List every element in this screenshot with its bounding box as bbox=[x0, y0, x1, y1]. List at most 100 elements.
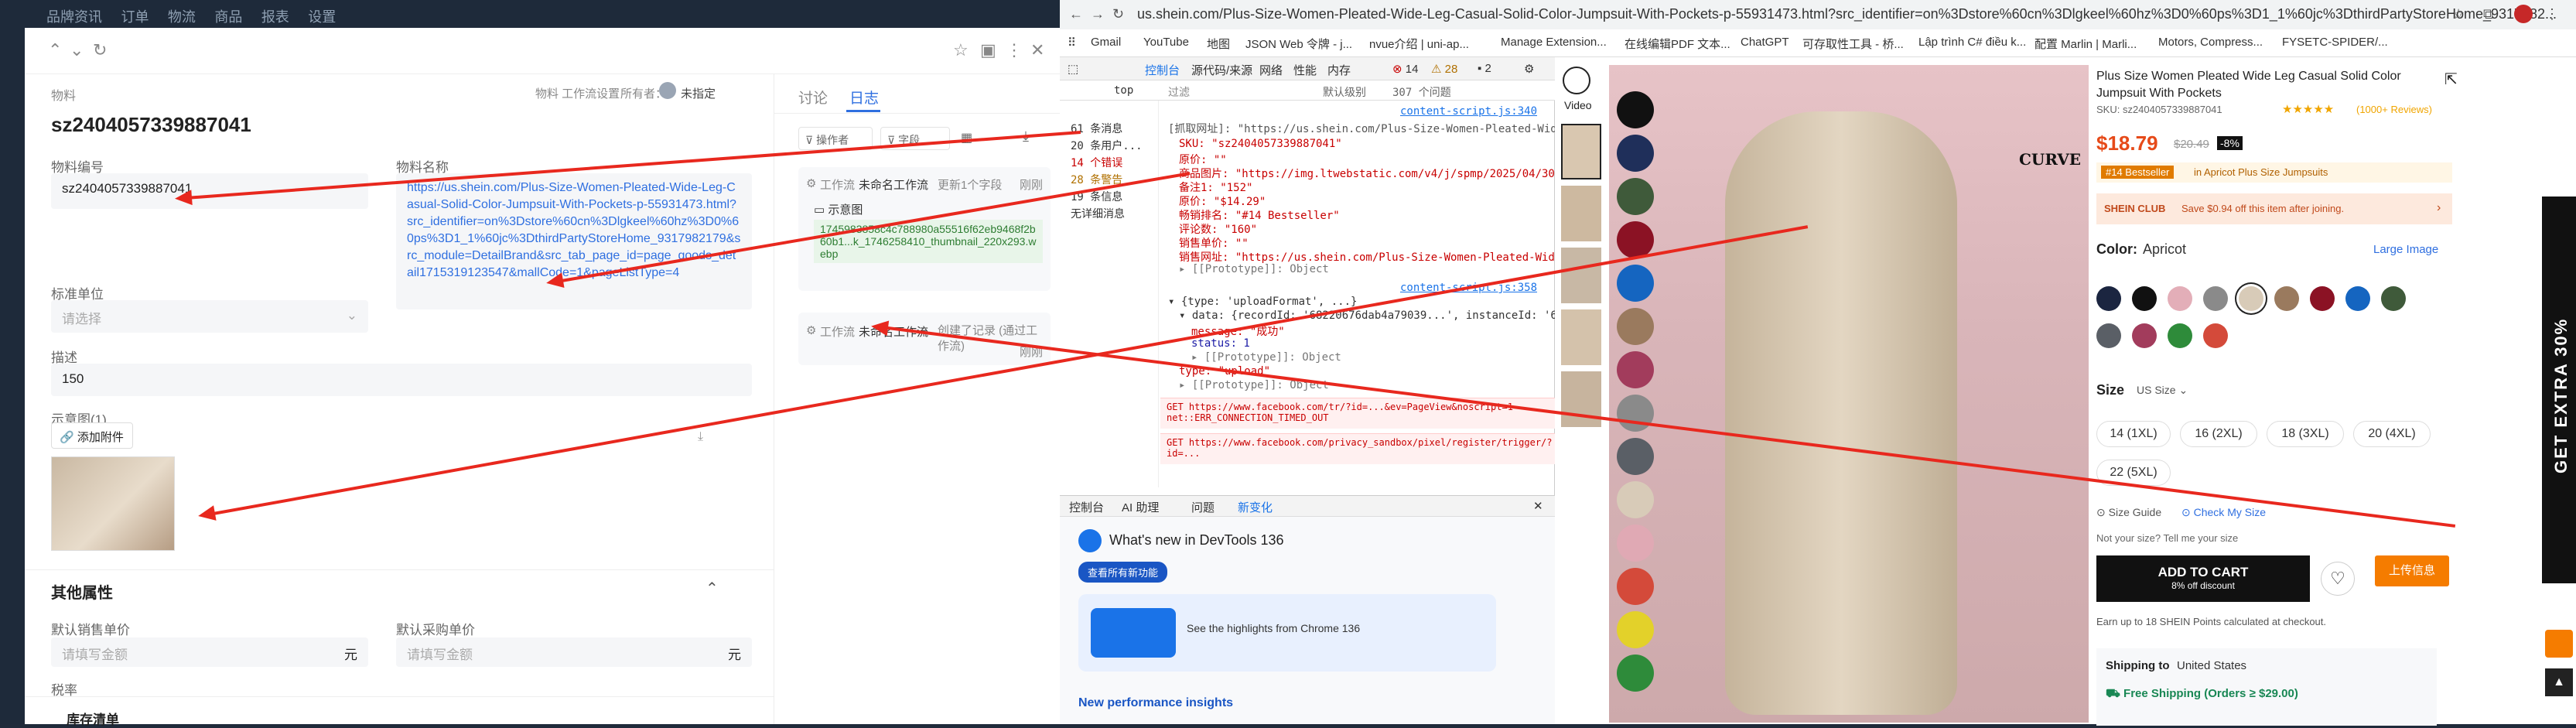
color-option[interactable] bbox=[2310, 286, 2335, 311]
product-image[interactable]: CURVE bbox=[1609, 65, 2089, 723]
name-field[interactable]: https://us.shein.com/Plus-Size-Women-Ple… bbox=[396, 173, 752, 309]
inspect-icon[interactable]: ⬚ bbox=[1068, 62, 1078, 76]
drawer-tab-console[interactable]: 控制台 bbox=[1069, 499, 1104, 515]
bookmark-item[interactable]: Gmail bbox=[1091, 36, 1121, 49]
bookmark-item[interactable]: Manage Extension... bbox=[1501, 36, 1607, 49]
thumbnail[interactable] bbox=[1561, 248, 1601, 303]
console-line[interactable]: ▾ data: {recordId: '68220676dab4a79039..… bbox=[1179, 309, 1555, 322]
color-swatch[interactable] bbox=[1617, 438, 1654, 475]
bestseller-bar[interactable]: #14 Bestseller in Apricot Plus Size Jump… bbox=[2096, 162, 2452, 183]
bookmark-item[interactable]: ChatGPT bbox=[1741, 36, 1789, 49]
size-option[interactable]: 18 (3XL) bbox=[2267, 421, 2344, 447]
whats-new-button[interactable]: 查看所有新功能 bbox=[1078, 562, 1168, 583]
calendar-icon[interactable]: ▦ bbox=[961, 130, 972, 145]
refresh-icon[interactable]: ↻ bbox=[1112, 6, 1124, 22]
bookmark-item[interactable]: nvue介绍 | uni-ap... bbox=[1369, 36, 1469, 52]
color-option[interactable] bbox=[2345, 286, 2370, 311]
bookmark-item[interactable]: Motors, Compress... bbox=[2158, 36, 2263, 49]
filter-input[interactable]: 过滤 bbox=[1168, 84, 1190, 100]
close-icon[interactable]: ✕ bbox=[1030, 40, 1044, 60]
share-icon[interactable]: ⇱ bbox=[2444, 70, 2458, 89]
tab-memory[interactable]: 内存 bbox=[1327, 62, 1351, 78]
bookmark-item[interactable]: 在线编辑PDF 文本... bbox=[1625, 36, 1730, 52]
add-attachment-button[interactable]: 🔗 添加附件 bbox=[51, 422, 133, 449]
nav-item[interactable]: 商品 bbox=[214, 6, 242, 26]
collapse-icon[interactable]: ⌃ bbox=[705, 579, 719, 598]
bookmark-item[interactable]: YouTube bbox=[1143, 36, 1189, 49]
back-to-top-icon[interactable]: ▲ bbox=[2545, 668, 2573, 696]
nav-item[interactable]: 订单 bbox=[121, 6, 149, 26]
upload-info-button[interactable]: 上传信息 bbox=[2375, 555, 2449, 586]
add-to-cart-button[interactable]: ADD TO CART 8% off discount bbox=[2096, 555, 2310, 602]
color-swatch[interactable] bbox=[1617, 525, 1654, 562]
star-icon[interactable]: ☆ bbox=[953, 40, 969, 60]
color-option[interactable] bbox=[2168, 323, 2192, 348]
sidebar-item[interactable]: 14 个错误 bbox=[1071, 155, 1122, 170]
color-swatch[interactable] bbox=[1617, 221, 1654, 258]
drawer-tab-issues[interactable]: 问题 bbox=[1191, 499, 1215, 515]
color-swatch[interactable] bbox=[1617, 655, 1654, 692]
info-count[interactable]: ▪ 2 bbox=[1478, 62, 1491, 75]
thumbnail[interactable] bbox=[1561, 186, 1601, 241]
more-icon[interactable]: ⋮ bbox=[1006, 40, 1023, 60]
color-swatch[interactable] bbox=[1617, 611, 1654, 648]
settings-icon[interactable]: ⚙ bbox=[1524, 62, 1534, 76]
extensions-icon[interactable]: ⧉ bbox=[2483, 6, 2493, 22]
bookmark-item[interactable]: 配置 Marlin | Marli... bbox=[2034, 36, 2137, 52]
workflow-settings-link[interactable]: 物料 工作流设置 bbox=[535, 85, 620, 101]
club-banner[interactable]: SHEIN CLUB Save $0.94 off this item afte… bbox=[2096, 193, 2452, 224]
drawer-tab-ai[interactable]: AI 助理 bbox=[1122, 499, 1159, 515]
nav-item[interactable]: 品牌资讯 bbox=[46, 6, 102, 26]
color-option[interactable] bbox=[2132, 323, 2157, 348]
url-input[interactable]: us.shein.com/Plus-Size-Women-Pleated-Wid… bbox=[1137, 6, 2557, 22]
thumbnail[interactable] bbox=[1561, 124, 1601, 179]
drawer-tab-whats-new[interactable]: 新变化 bbox=[1238, 499, 1273, 515]
color-swatch[interactable] bbox=[1617, 351, 1654, 388]
log-workflow-name[interactable]: 未命名工作流 bbox=[859, 176, 928, 193]
highlight-card[interactable]: See the highlights from Chrome 136 bbox=[1078, 594, 1496, 672]
nav-item[interactable]: 报表 bbox=[261, 6, 289, 26]
layout-icon[interactable]: ▣ bbox=[980, 40, 996, 60]
color-swatch[interactable] bbox=[1617, 568, 1654, 605]
bookmark-item[interactable]: FYSETC-SPIDER/... bbox=[2282, 36, 2388, 49]
chevron-down-icon[interactable]: ⌄ bbox=[70, 40, 84, 60]
issues-count[interactable]: 307 个问题 bbox=[1392, 84, 1451, 100]
sale-price-field[interactable]: 请填写金额 元 bbox=[51, 637, 368, 667]
menu-icon[interactable]: ⋮ bbox=[2545, 6, 2559, 22]
color-swatch[interactable] bbox=[1617, 135, 1654, 172]
error-count[interactable]: ⊗ 14 bbox=[1392, 62, 1418, 76]
not-your-size[interactable]: Not your size? Tell me your size bbox=[2096, 532, 2238, 544]
description-field[interactable]: 150 bbox=[51, 364, 752, 396]
forward-icon[interactable]: → bbox=[1091, 6, 1105, 22]
color-option-selected[interactable] bbox=[2239, 286, 2263, 311]
color-option[interactable] bbox=[2203, 323, 2228, 348]
tab-network[interactable]: 网络 bbox=[1259, 62, 1283, 78]
level-select[interactable]: 默认级别 bbox=[1323, 84, 1366, 100]
tab-performance[interactable]: 性能 bbox=[1293, 62, 1317, 78]
color-swatch[interactable] bbox=[1617, 395, 1654, 432]
bookmark-item[interactable]: 可存取性工具 - 桥... bbox=[1802, 36, 1904, 52]
bookmark-item[interactable]: 地图 bbox=[1207, 36, 1230, 52]
code-field[interactable]: sz2404057339887041 bbox=[51, 173, 368, 209]
warning-count[interactable]: ⚠ 28 bbox=[1431, 62, 1457, 76]
size-unit-select[interactable]: US Size ⌄ bbox=[2137, 384, 2188, 397]
size-option[interactable]: 16 (2XL) bbox=[2180, 421, 2257, 447]
coupon-icon[interactable] bbox=[2545, 630, 2573, 658]
context-select[interactable]: top bbox=[1114, 84, 1133, 97]
star-icon[interactable]: ☆ bbox=[2452, 6, 2465, 22]
play-icon[interactable] bbox=[1563, 67, 1590, 94]
color-option[interactable] bbox=[2096, 323, 2121, 348]
shipping-country[interactable]: United States bbox=[2177, 659, 2246, 672]
large-image-link[interactable]: Large Image bbox=[2373, 243, 2438, 256]
owner-value[interactable]: 未指定 bbox=[681, 85, 716, 101]
tab-sources[interactable]: 源代码/来源 bbox=[1191, 62, 1252, 78]
color-option[interactable] bbox=[2274, 286, 2299, 311]
video-label[interactable]: Video bbox=[1564, 99, 1592, 111]
color-option[interactable] bbox=[2203, 286, 2228, 311]
source-link[interactable]: content-script.js:340 bbox=[1400, 105, 1537, 118]
size-option[interactable]: 20 (4XL) bbox=[2353, 421, 2431, 447]
size-option[interactable]: 14 (1XL) bbox=[2096, 421, 2171, 447]
nav-item[interactable]: 物流 bbox=[168, 6, 196, 26]
color-swatch[interactable] bbox=[1617, 91, 1654, 128]
color-swatch[interactable] bbox=[1617, 308, 1654, 345]
